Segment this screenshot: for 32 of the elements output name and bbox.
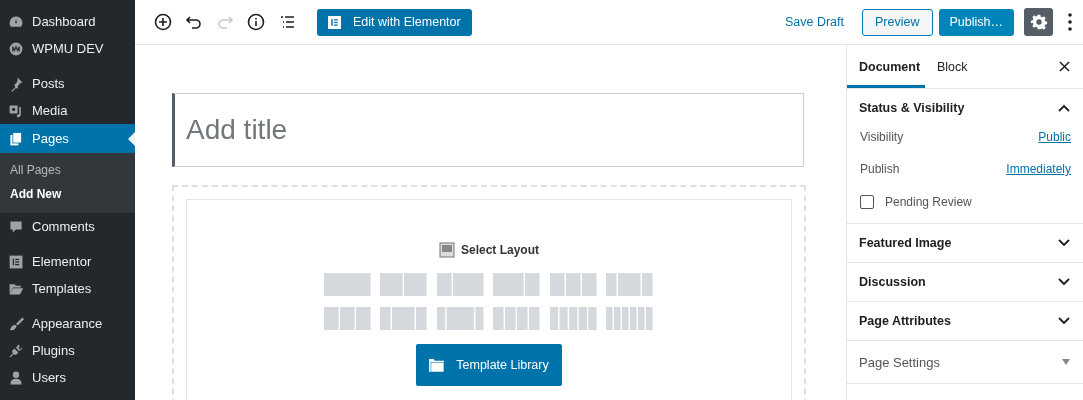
sidebar-item[interactable]: Elementor [0, 248, 135, 275]
sidebar-item[interactable]: Plugins [0, 337, 135, 364]
panel-section-header[interactable]: Status & Visibility [847, 89, 1083, 127]
sidebar-item[interactable]: Media [0, 97, 135, 124]
panel-section-header[interactable]: Page Settings [847, 341, 1083, 383]
template-library-button[interactable]: Template Library [416, 344, 562, 386]
edit-with-elementor-button[interactable]: Edit with Elementor [317, 8, 472, 36]
panel-section-header[interactable]: Page Attributes [847, 302, 1083, 340]
sidebar-item[interactable]: Pages [0, 124, 135, 153]
save-draft-button[interactable]: Save Draft [778, 14, 851, 30]
sidebar-item[interactable]: Appearance [0, 310, 135, 337]
sidebar-item[interactable]: Templates [0, 275, 135, 302]
sidebar-item[interactable]: Users [0, 364, 135, 391]
setting-label: Publish [860, 162, 900, 176]
panel-tab[interactable]: Document [847, 45, 925, 88]
title-field[interactable]: Add title [172, 93, 804, 167]
panel-section-header[interactable]: Discussion [847, 263, 1083, 301]
submenu-item[interactable]: Add New [0, 183, 135, 207]
checkbox-label: Pending Review [885, 195, 972, 209]
publish-button[interactable]: Publish… [938, 8, 1014, 36]
setting-label: Visibility [860, 130, 904, 144]
sidebar-item[interactable]: WPMU DEV [0, 35, 135, 62]
preview-button[interactable]: Preview [862, 8, 933, 36]
sidebar-item[interactable]: Posts [0, 70, 135, 97]
sidebar-item[interactable]: Dashboard [0, 8, 135, 35]
select-layout-heading: Select Layout [461, 243, 539, 257]
panel-section-header[interactable]: Featured Image [847, 224, 1083, 262]
panel-tab[interactable]: Block [925, 45, 980, 88]
sidebar-item[interactable]: Comments [0, 213, 135, 240]
setting-link[interactable]: Public [1038, 130, 1071, 144]
submenu-item[interactable]: All Pages [0, 159, 135, 183]
setting-link[interactable]: Immediately [1006, 162, 1071, 176]
